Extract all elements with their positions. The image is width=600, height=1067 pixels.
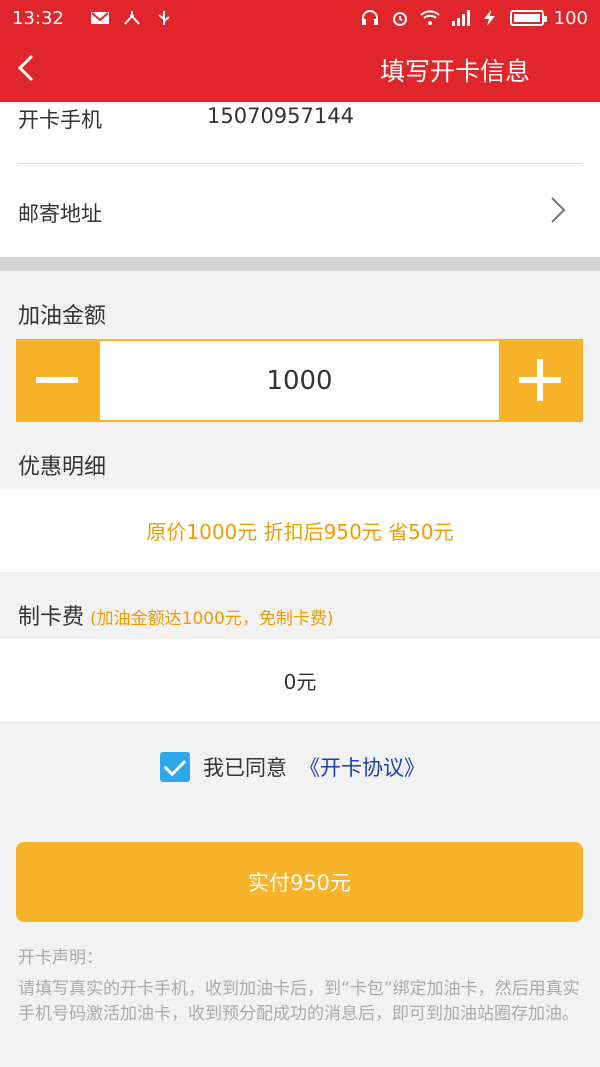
page-title: 填写开卡信息	[379, 57, 530, 86]
card-fee-note: (加油金额达1000元，免制卡费)	[90, 609, 334, 629]
card-fee-label: 制卡费	[18, 605, 85, 630]
status-left: 13:32	[12, 8, 174, 29]
clock: 13:32	[12, 7, 64, 29]
agreement-text: 我已同意	[203, 756, 287, 780]
headset-icon	[361, 10, 378, 25]
checkbox-checked-icon[interactable]	[160, 752, 190, 782]
section-separator	[0, 257, 600, 271]
battery-icon	[509, 10, 547, 26]
notice-title: 开卡声明：	[18, 948, 103, 968]
wifi-icon	[419, 10, 440, 25]
card-fee-value: 0元	[283, 669, 317, 694]
usb-icon	[158, 11, 170, 25]
phone-value[interactable]: 15070957144	[207, 104, 354, 128]
status-bar: 13:32 100	[0, 0, 600, 36]
mail-icon	[90, 12, 109, 24]
usb-share-icon	[124, 11, 140, 25]
pay-button[interactable]: 实付950元	[16, 842, 583, 922]
chevron-right-icon	[551, 197, 566, 223]
minus-icon[interactable]	[16, 339, 100, 422]
discount-band: 原价1000元 折扣后950元 省50元	[0, 489, 600, 572]
discount-label: 优惠明细	[18, 455, 107, 480]
notice-body: 请填写真实的开卡手机，收到加油卡后，到“卡包”绑定加油卡，然后用真实手机号码激活…	[18, 979, 580, 1024]
discount-detail: 原价1000元 折扣后950元 省50元	[146, 520, 454, 544]
signal-icon	[451, 10, 470, 26]
back-arrow-icon[interactable]	[10, 50, 46, 86]
battery-level: 100	[553, 7, 588, 29]
address-label: 邮寄地址	[18, 202, 102, 226]
phone-label: 开卡手机	[18, 108, 102, 132]
amount-value[interactable]: 1000	[100, 341, 499, 420]
alarm-icon	[392, 12, 407, 26]
card-fee-band: 0元	[0, 639, 600, 721]
status-right: 100	[360, 8, 588, 29]
card-fee-title: 制卡费 (加油金额达1000元，免制卡费)	[18, 599, 334, 631]
charging-icon	[483, 10, 495, 26]
amount-label: 加油金额	[18, 304, 107, 329]
amount-stepper: 1000	[16, 339, 583, 422]
app-header: 填写开卡信息	[0, 36, 600, 102]
agreement-link[interactable]: 《开卡协议》	[299, 752, 425, 782]
card-info-section: 开卡手机 15070957144 邮寄地址	[0, 102, 600, 257]
plus-icon[interactable]	[499, 339, 583, 422]
address-row[interactable]: 邮寄地址	[0, 164, 600, 257]
agreement-row: 我已同意 《开卡协议》	[160, 752, 425, 782]
